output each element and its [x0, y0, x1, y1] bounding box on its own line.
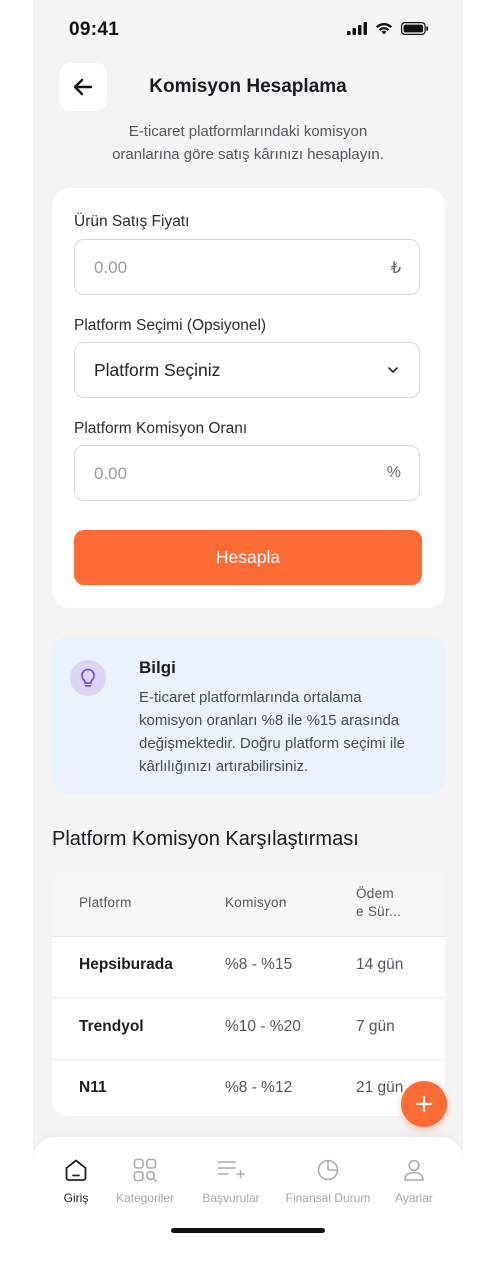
header-payment-line1: Ödem — [356, 886, 394, 901]
page-title: Komisyon Hesaplama — [149, 76, 347, 97]
header-commission: Komisyon — [225, 895, 287, 910]
nav-item-settings[interactable]: Ayarlar — [369, 1155, 459, 1205]
platform-label: Platform Seçimi (Opsiyonel) — [74, 317, 267, 334]
table-row: Hepsiburada %8 - %15 14 gün — [52, 936, 445, 998]
rate-label: Platform Komisyon Oranı — [74, 420, 248, 437]
categories-icon — [133, 1158, 157, 1182]
percent-icon: % — [386, 464, 401, 481]
nav-label-applications: Başvurular — [202, 1191, 260, 1205]
platform-select-value: Platform Seçiniz — [94, 360, 221, 380]
commission-rate-input[interactable]: 0.00 % — [74, 445, 420, 501]
comparison-title: Platform Komisyon Karşılaştırması — [52, 828, 359, 850]
header-payment-line2: e Sür... — [356, 904, 402, 919]
platform-select[interactable]: Platform Seçiniz — [74, 342, 420, 398]
status-time: 09:41 — [69, 19, 120, 40]
row-commission: %8 - %15 — [225, 956, 293, 973]
add-fab-button[interactable] — [401, 1081, 447, 1127]
home-indicator — [171, 1228, 325, 1233]
status-icons — [347, 22, 429, 35]
table-header: Platform Komisyon Ödem e Sür... — [52, 870, 445, 937]
nav-item-financial[interactable]: Finansal Durum — [283, 1155, 373, 1205]
pie-chart-icon — [317, 1159, 339, 1181]
info-text: E-ticaret platformlarında ortalama komis… — [139, 689, 405, 775]
header-platform: Platform — [79, 895, 132, 910]
wifi-icon — [376, 23, 392, 35]
nav-item-applications[interactable]: Başvurular — [186, 1155, 276, 1205]
row-platform: N11 — [79, 1079, 107, 1096]
user-icon — [404, 1159, 424, 1181]
plus-icon — [415, 1095, 433, 1113]
price-placeholder: 0.00 — [94, 258, 128, 277]
battery-icon — [401, 22, 429, 35]
rate-placeholder: 0.00 — [94, 464, 128, 483]
row-payment: 21 gün — [356, 1079, 404, 1096]
comparison-table: Platform Komisyon Ödem e Sür... Hepsibur… — [52, 870, 445, 1116]
nav-label-categories: Kategoriler — [115, 1191, 175, 1205]
row-payment: 7 gün — [356, 1018, 395, 1035]
status-bar: 09:41 — [33, 0, 463, 60]
price-input[interactable]: 0.00 ₺ — [74, 239, 420, 295]
nav-label-settings: Ayarlar — [395, 1191, 433, 1205]
home-icon — [65, 1159, 87, 1181]
row-payment: 14 gün — [356, 956, 404, 973]
calculate-button[interactable]: Hesapla — [74, 530, 422, 585]
chevron-down-icon — [388, 367, 398, 373]
row-commission: %10 - %20 — [225, 1018, 301, 1035]
signal-icon — [347, 22, 367, 35]
info-box: Bilgi E-ticaret platformlarında ortalama… — [52, 636, 445, 794]
price-label: Ürün Satış Fiyatı — [74, 213, 190, 230]
bottom-navigation: Giriş Kategoriler Başvurular Finansal Du… — [33, 1137, 463, 1242]
table-row: N11 %8 - %12 21 gün — [52, 1059, 445, 1116]
applications-icon — [217, 1161, 245, 1179]
row-platform: Trendyol — [79, 1018, 144, 1035]
nav-item-categories[interactable]: Kategoriler — [100, 1155, 190, 1205]
phone-screen: 09:41 Komisyon Hesaplama E-ticaret platf… — [33, 0, 463, 1242]
table-row: Trendyol %10 - %20 7 gün — [52, 998, 445, 1060]
lira-currency-icon: ₺ — [390, 260, 401, 277]
info-title: Bilgi — [139, 658, 176, 677]
nav-label-financial: Finansal Durum — [285, 1191, 371, 1205]
row-commission: %8 - %12 — [225, 1079, 293, 1096]
lightbulb-icon — [70, 660, 106, 696]
calculator-form-card: Ürün Satış Fiyatı 0.00 ₺ Platform Seçimi… — [52, 188, 445, 608]
page-subtitle: E-ticaret platformlarındaki komisyon ora… — [112, 123, 384, 163]
row-platform: Hepsiburada — [79, 956, 173, 973]
